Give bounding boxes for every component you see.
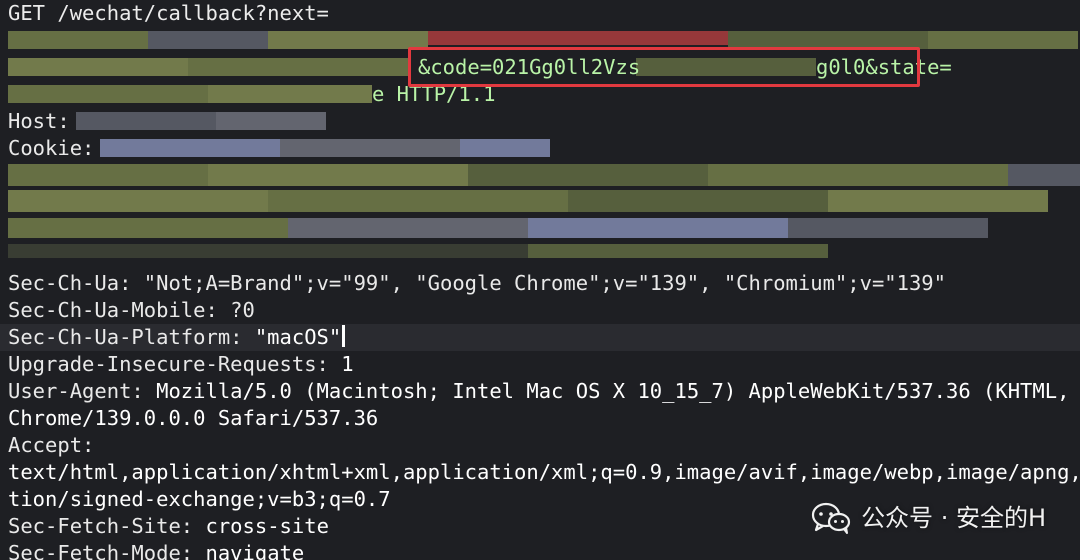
upgrade-insecure-value: 1 (341, 352, 354, 376)
sec-fetch-mode-value: navigate (205, 541, 305, 560)
watermark-text: 公众号 · 安全的H (861, 503, 1046, 532)
accept-label: Accept: (8, 433, 95, 457)
sec-fetch-site-label: Sec-Fetch-Site: (8, 514, 206, 538)
cookie-label: Cookie: (8, 136, 95, 160)
sec-ch-ua-platform-header[interactable]: Sec-Ch-Ua-Platform: "macOS" (8, 324, 346, 351)
user-agent-header: User-Agent: Mozilla/5.0 (Macintosh; Inte… (8, 378, 1080, 405)
sec-fetch-mode-header: Sec-Fetch-Mode: navigate (8, 540, 304, 560)
upgrade-insecure-label: Upgrade-Insecure-Requests: (8, 352, 342, 376)
user-agent-continuation: Chrome/139.0.0.0 Safari/537.36 (8, 406, 379, 430)
wechat-icon (811, 502, 851, 534)
sec-ch-ua-mobile-header: Sec-Ch-Ua-Mobile: ?0 (8, 298, 255, 322)
sec-fetch-site-value: cross-site (205, 514, 329, 538)
code-highlight-box (408, 47, 920, 87)
sec-fetch-site-header: Sec-Fetch-Site: cross-site (8, 513, 329, 540)
watermark: 公众号 · 安全的H (811, 502, 1046, 534)
sec-ch-ua-platform-label: Sec-Ch-Ua-Platform: (8, 325, 255, 349)
upgrade-insecure-header: Upgrade-Insecure-Requests: 1 (8, 351, 354, 378)
user-agent-value: Mozilla/5.0 (Macintosh; Intel Mac OS X 1… (156, 379, 1080, 403)
sec-ch-ua-header: Sec-Ch-Ua: "Not;A=Brand";v="99", "Google… (8, 271, 946, 295)
accept-value: text/html,application/xhtml+xml,applicat… (8, 460, 1080, 484)
accept-continuation: tion/signed-exchange;v=b3;q=0.7 (8, 487, 391, 511)
user-agent-label: User-Agent: (8, 379, 157, 403)
text-cursor (342, 325, 346, 347)
sec-fetch-mode-label: Sec-Fetch-Mode: (8, 541, 206, 560)
terminal-window: GET /wechat/callback?next= &code=021Gg0l… (0, 0, 1080, 560)
host-label: Host: (8, 109, 70, 133)
request-line: GET /wechat/callback?next= (8, 1, 329, 25)
sec-ch-ua-platform-value: "macOS" (254, 325, 342, 349)
